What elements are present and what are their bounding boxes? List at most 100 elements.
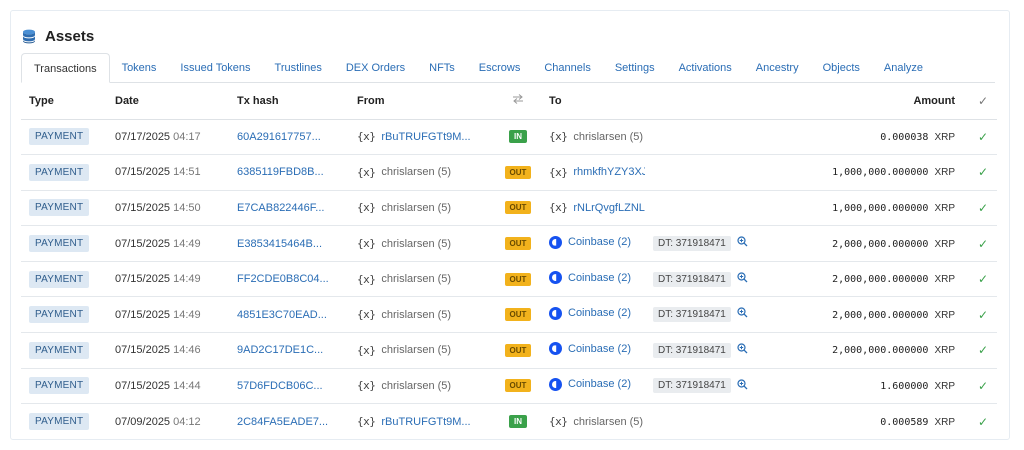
zoom-in-icon[interactable] [737, 378, 748, 393]
col-header-to[interactable]: To [541, 83, 645, 120]
from-address-label[interactable]: rBuTRUFGTt9M... [381, 131, 470, 143]
tab-objects[interactable]: Objects [811, 54, 872, 82]
cell-from: {x} chrislarsen (5) [349, 332, 495, 369]
address-x-icon: {x} [357, 415, 376, 429]
to-address[interactable]: Coinbase (2) [549, 306, 631, 320]
table-row[interactable]: PAYMENT 07/15/2025 14:46 9AD2C17DE1C... {x}… [21, 332, 997, 369]
tab-settings[interactable]: Settings [603, 54, 667, 82]
from-address-label[interactable]: rBuTRUFGTt9M... [381, 416, 470, 428]
amount-currency: XRP [934, 380, 955, 392]
tab-issued-tokens[interactable]: Issued Tokens [168, 54, 262, 82]
from-address[interactable]: {x} rBuTRUFGTt9M... [357, 415, 471, 428]
to-address[interactable]: Coinbase (2) [549, 377, 631, 391]
cell-hash: E7CAB822446F... [229, 190, 349, 227]
table-row[interactable]: PAYMENT 07/15/2025 14:44 57D6FDCB06C... {x}… [21, 368, 997, 405]
to-address-label[interactable]: rNLrQvgfLZNL... [573, 202, 645, 214]
destination-tag: DT: 371918471 [653, 236, 731, 252]
col-header-hash[interactable]: Tx hash [229, 83, 349, 120]
zoom-in-icon[interactable] [737, 343, 748, 357]
tx-amount: 0.000038 XRP [880, 132, 955, 143]
tab-channels[interactable]: Channels [532, 54, 602, 82]
cell-from: {x} rBuTRUFGTt9M... [349, 119, 495, 156]
tx-type-badge: PAYMENT [29, 270, 90, 288]
tab-ancestry[interactable]: Ancestry [744, 54, 811, 82]
to-address[interactable]: Coinbase (2) [549, 235, 631, 249]
direction-badge: IN [509, 130, 527, 144]
to-address[interactable]: {x} rNLrQvgfLZNL... [549, 201, 645, 214]
from-address-label: chrislarsen (5) [381, 237, 452, 250]
table-row[interactable]: PAYMENT 07/09/2025 04:12 2C84FA5EADE7... {x… [21, 403, 997, 439]
tx-hash-link[interactable]: FF2CDE0B8C04... [237, 273, 329, 285]
tx-hash-link[interactable]: 4851E3C70EAD... [237, 309, 327, 321]
col-header-direction[interactable] [495, 83, 541, 120]
zoom-in-icon[interactable] [737, 236, 748, 250]
zoom-in-icon[interactable] [737, 307, 748, 321]
check-icon: ✓ [977, 343, 989, 358]
to-address-label[interactable]: Coinbase (2) [568, 378, 631, 390]
cell-hash: 4851E3C70EAD... [229, 296, 349, 334]
tab-nfts[interactable]: NFTs [417, 54, 467, 82]
to-address-label[interactable]: Coinbase (2) [568, 272, 631, 284]
to-address-label: chrislarsen (5) [573, 130, 644, 143]
tx-hash-link[interactable]: E3853415464B... [237, 238, 322, 250]
to-address-label[interactable]: rhmkfhYZY3XJ... [573, 166, 645, 178]
to-address[interactable]: Coinbase (2) [549, 271, 631, 285]
cell-direction: OUT [495, 261, 541, 298]
table-row[interactable]: PAYMENT 07/15/2025 14:49 4851E3C70EAD... {x… [21, 296, 997, 334]
cell-from: {x} chrislarsen (5) [349, 154, 495, 191]
from-address-label: chrislarsen (5) [381, 308, 452, 321]
amount-value: 2,000,000.000000 [832, 274, 929, 286]
tx-hash-link[interactable]: 2C84FA5EADE7... [237, 416, 328, 428]
tab-analyze[interactable]: Analyze [872, 54, 935, 82]
table-row[interactable]: PAYMENT 07/15/2025 14:50 E7CAB822446F... {x… [21, 190, 997, 227]
amount-value: 2,000,000.000000 [832, 345, 929, 357]
tab-activations[interactable]: Activations [667, 54, 744, 82]
tab-bar: Transactions Tokens Issued Tokens Trustline… [21, 53, 995, 83]
col-header-amount[interactable]: Amount [763, 83, 969, 120]
table-row[interactable]: PAYMENT 07/17/2025 04:17 60A291617757... {x… [21, 119, 997, 156]
to-address-label[interactable]: Coinbase (2) [568, 307, 631, 319]
from-address: {x} chrislarsen (5) [357, 201, 451, 214]
tx-amount: 2,000,000.000000 XRP [832, 274, 955, 285]
cell-hash: 57D6FDCB06C... [229, 368, 349, 405]
tab-dex-orders[interactable]: DEX Orders [334, 54, 417, 82]
coins-stack-icon [21, 28, 37, 44]
cell-direction: IN [495, 119, 541, 156]
tx-hash-link[interactable]: 9AD2C17DE1C... [237, 344, 323, 356]
tab-tokens[interactable]: Tokens [110, 54, 169, 82]
col-header-type[interactable]: Type [21, 83, 107, 120]
tab-transactions[interactable]: Transactions [21, 53, 110, 83]
cell-amount: 0.000038 XRP [763, 119, 969, 156]
to-address[interactable]: Coinbase (2) [549, 342, 631, 356]
tx-hash-link[interactable]: 60A291617757... [237, 131, 321, 143]
tx-hash-link[interactable]: 57D6FDCB06C... [237, 380, 323, 392]
to-address-label[interactable]: Coinbase (2) [568, 236, 631, 248]
table-row[interactable]: PAYMENT 07/15/2025 14:49 FF2CDE0B8C04... {x… [21, 261, 997, 298]
tab-trustlines[interactable]: Trustlines [263, 54, 334, 82]
tx-hash-link[interactable]: 6385119FBD8B... [237, 166, 324, 178]
cell-hash: 2C84FA5EADE7... [229, 403, 349, 439]
cell-destination-tag [645, 154, 763, 191]
address-x-icon: {x} [549, 130, 568, 144]
col-header-from[interactable]: From [349, 83, 495, 120]
cell-status: ✓ [969, 190, 997, 227]
to-address[interactable]: {x} rhmkfhYZY3XJ... [549, 166, 645, 179]
to-address-label[interactable]: Coinbase (2) [568, 343, 631, 355]
table-row[interactable]: PAYMENT 07/15/2025 14:51 6385119FBD8B... {x… [21, 154, 997, 191]
direction-badge: OUT [504, 237, 532, 251]
cell-date: 07/09/2025 04:12 [107, 403, 229, 439]
cell-status: ✓ [969, 296, 997, 334]
cell-date: 07/15/2025 14:49 [107, 225, 229, 262]
from-address[interactable]: {x} rBuTRUFGTt9M... [357, 130, 471, 143]
direction-badge: OUT [504, 379, 532, 393]
tab-escrows[interactable]: Escrows [467, 54, 533, 82]
zoom-in-icon[interactable] [737, 272, 748, 286]
tx-type-badge: PAYMENT [29, 306, 90, 324]
col-header-date[interactable]: Date [107, 83, 229, 120]
table-row[interactable]: PAYMENT 07/15/2025 14:49 E3853415464B... {x… [21, 225, 997, 262]
tx-hash-link[interactable]: E7CAB822446F... [237, 202, 324, 214]
tx-amount: 0.000589 XRP [880, 417, 955, 428]
transactions-table: Type Date Tx hash From To Amount ✓ PAYME… [21, 83, 997, 439]
tx-type-badge: PAYMENT [29, 377, 90, 395]
check-icon: ✓ [977, 93, 989, 108]
